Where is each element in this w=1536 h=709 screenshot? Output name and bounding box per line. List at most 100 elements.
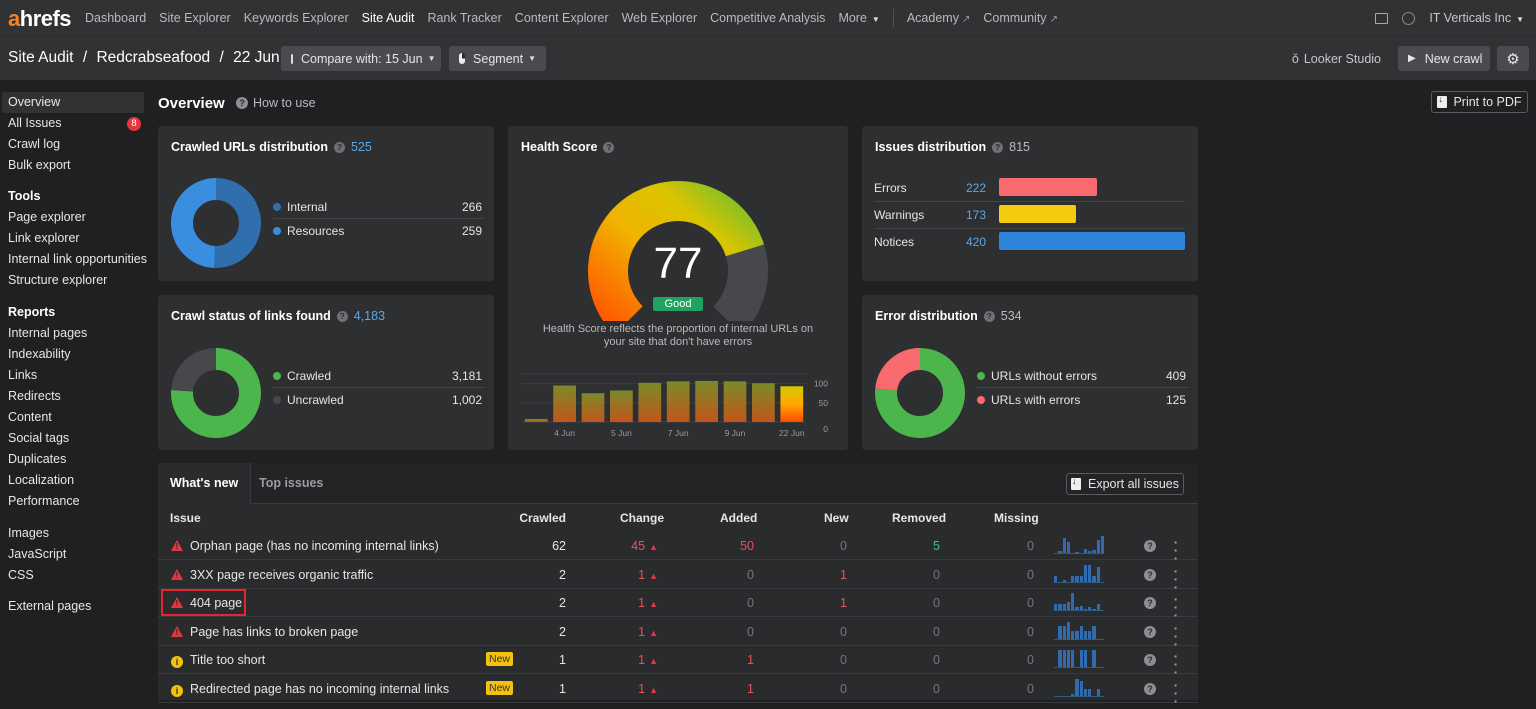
donut-slice-internal[interactable] [214, 178, 261, 268]
donut-slice-uncrawled[interactable] [171, 348, 217, 393]
sidebar-item-social-tags[interactable]: Social tags [8, 431, 69, 445]
sidebar-item-duplicates[interactable]: Duplicates [8, 452, 66, 466]
added-count[interactable]: 0 [714, 568, 754, 582]
trend-sparkline[interactable] [1054, 621, 1104, 640]
added-count[interactable]: 0 [714, 625, 754, 639]
looker-studio-link[interactable]: ǒ Looker Studio [1292, 52, 1381, 66]
help-icon[interactable]: ? [336, 310, 348, 322]
new-crawl-button[interactable]: ▶ New crawl [1398, 46, 1490, 71]
help-icon[interactable]: ? [1144, 625, 1156, 638]
help-icon[interactable]: ? [1144, 597, 1156, 609]
issue-bar-notices[interactable] [999, 232, 1185, 250]
nav-keywords-explorer[interactable]: Keywords Explorer [244, 11, 349, 27]
nav-content-explorer[interactable]: Content Explorer [515, 11, 609, 27]
sidebar-item-performance[interactable]: Performance [8, 494, 80, 508]
removed-count[interactable]: 0 [900, 682, 940, 696]
more-options-icon[interactable]: · · · [1173, 592, 1179, 622]
crawled-count[interactable]: 1 [526, 682, 566, 696]
sidebar-item-css[interactable]: CSS [8, 568, 34, 582]
sidebar-item-images[interactable]: Images [8, 526, 49, 540]
help-icon[interactable]: ? [333, 141, 345, 153]
legend-urls-with-errors[interactable]: URLs with errors [977, 393, 1080, 407]
trend-sparkline[interactable] [1054, 536, 1104, 554]
help-icon[interactable]: ? [1144, 568, 1156, 581]
more-options-icon[interactable]: · · · [1173, 678, 1179, 708]
added-count[interactable]: 50 [714, 539, 754, 553]
removed-count[interactable]: 0 [900, 653, 940, 667]
help-icon[interactable]: ? [1144, 540, 1156, 552]
sidebar-item-indexability[interactable]: Indexability [8, 347, 71, 361]
sidebar-item-redirects[interactable]: Redirects [8, 389, 61, 403]
table-row[interactable]: i Redirected page has no incoming interna… [158, 675, 1198, 708]
issue-name-link[interactable]: 3XX page receives organic traffic [190, 568, 373, 582]
col-crawled[interactable]: Crawled [506, 511, 566, 525]
sidebar-item-localization[interactable]: Localization [8, 473, 74, 487]
help-icon[interactable]: ? [1144, 654, 1156, 666]
tab-whats-new[interactable]: What's new [158, 463, 252, 504]
change-value[interactable]: 1 ▲ [598, 568, 658, 582]
change-value[interactable]: 1 ▲ [598, 653, 658, 667]
col-removed[interactable]: Removed [892, 511, 946, 525]
sidebar-item-links[interactable]: Links [8, 368, 37, 382]
new-count[interactable]: 0 [807, 653, 847, 667]
new-count[interactable]: 0 [807, 625, 847, 639]
tab-top-issues[interactable]: Top issues [247, 463, 335, 504]
help-icon[interactable]: ? [992, 141, 1004, 153]
col-change[interactable]: Change [620, 511, 664, 525]
nav-community[interactable]: Community ↗ [983, 11, 1058, 27]
trend-sparkline[interactable] [1054, 593, 1104, 611]
issue-name-link[interactable]: Page has links to broken page [190, 625, 358, 639]
health-bar[interactable] [524, 418, 548, 422]
issue-bar-errors[interactable] [999, 178, 1098, 196]
trend-sparkline[interactable] [1054, 564, 1104, 583]
breadcrumb-root[interactable]: Site Audit [8, 49, 74, 66]
table-row[interactable]: 3XX page receives organic traffic21▲0100… [158, 561, 1198, 594]
total-count[interactable]: 4,183 [354, 309, 385, 323]
sidebar-item-external-pages[interactable]: External pages [8, 599, 91, 613]
donut-slice-resources[interactable] [171, 178, 217, 268]
help-icon[interactable]: ? [983, 310, 995, 322]
breadcrumb-project[interactable]: Redcrabseafood [96, 49, 210, 66]
settings-button[interactable]: ⚙ [1497, 46, 1529, 71]
health-bar[interactable] [581, 393, 605, 422]
account-menu[interactable]: IT Verticals Inc ▼ [1429, 11, 1524, 25]
segment-button[interactable]: Segment ▼ [449, 46, 546, 71]
nav-web-explorer[interactable]: Web Explorer [622, 11, 698, 27]
sidebar-item-content[interactable]: Content [8, 410, 52, 424]
table-row[interactable]: Page has links to broken page 2 1▲ 0 0 0 0? ··· [158, 618, 1198, 651]
crawled-count[interactable]: 2 [526, 568, 566, 582]
trend-sparkline[interactable] [1054, 678, 1104, 697]
nav-rank-tracker[interactable]: Rank Tracker [427, 11, 501, 27]
trend-sparkline[interactable] [1054, 650, 1104, 668]
export-all-issues-button[interactable]: Export all issues [1066, 473, 1184, 495]
more-options-icon[interactable]: · · · [1173, 564, 1179, 594]
nav-academy[interactable]: Academy ↗ [907, 11, 971, 27]
missing-count[interactable]: 0 [994, 596, 1034, 610]
removed-count[interactable]: 5 [900, 539, 940, 553]
new-count[interactable]: 0 [807, 539, 847, 553]
legend-urls-without-errors[interactable]: URLs without errors [977, 369, 1097, 383]
nav-site-audit[interactable]: Site Audit [362, 11, 415, 27]
new-count[interactable]: 1 [807, 568, 847, 582]
col-new[interactable]: New [824, 511, 849, 525]
health-bar[interactable] [610, 390, 633, 422]
nav-dashboard[interactable]: Dashboard [85, 11, 146, 27]
sidebar-item-bulk-export[interactable]: Bulk export [8, 158, 71, 172]
missing-count[interactable]: 0 [994, 625, 1034, 639]
change-value[interactable]: 1 ▲ [598, 596, 658, 610]
nav-more[interactable]: More ▼ [838, 11, 879, 27]
col-missing[interactable]: Missing [994, 511, 1039, 525]
health-bar[interactable] [666, 381, 690, 422]
issue-name-link[interactable]: Title too short [190, 653, 265, 667]
missing-count[interactable]: 0 [994, 539, 1034, 553]
sidebar-item-javascript[interactable]: JavaScript [8, 547, 66, 561]
print-to-pdf-button[interactable]: Print to PDF [1431, 91, 1528, 113]
table-row[interactable]: Orphan page (has no incoming internal li… [158, 532, 1198, 565]
sidebar-item-crawl-log[interactable]: Crawl log [8, 137, 60, 151]
nav-competitive-analysis[interactable]: Competitive Analysis [710, 11, 825, 27]
missing-count[interactable]: 0 [994, 682, 1034, 696]
change-value[interactable]: 45 ▲ [598, 539, 658, 553]
health-bar[interactable] [752, 383, 775, 422]
issue-count-link[interactable]: 173 [956, 208, 986, 222]
removed-count[interactable]: 0 [900, 568, 940, 582]
